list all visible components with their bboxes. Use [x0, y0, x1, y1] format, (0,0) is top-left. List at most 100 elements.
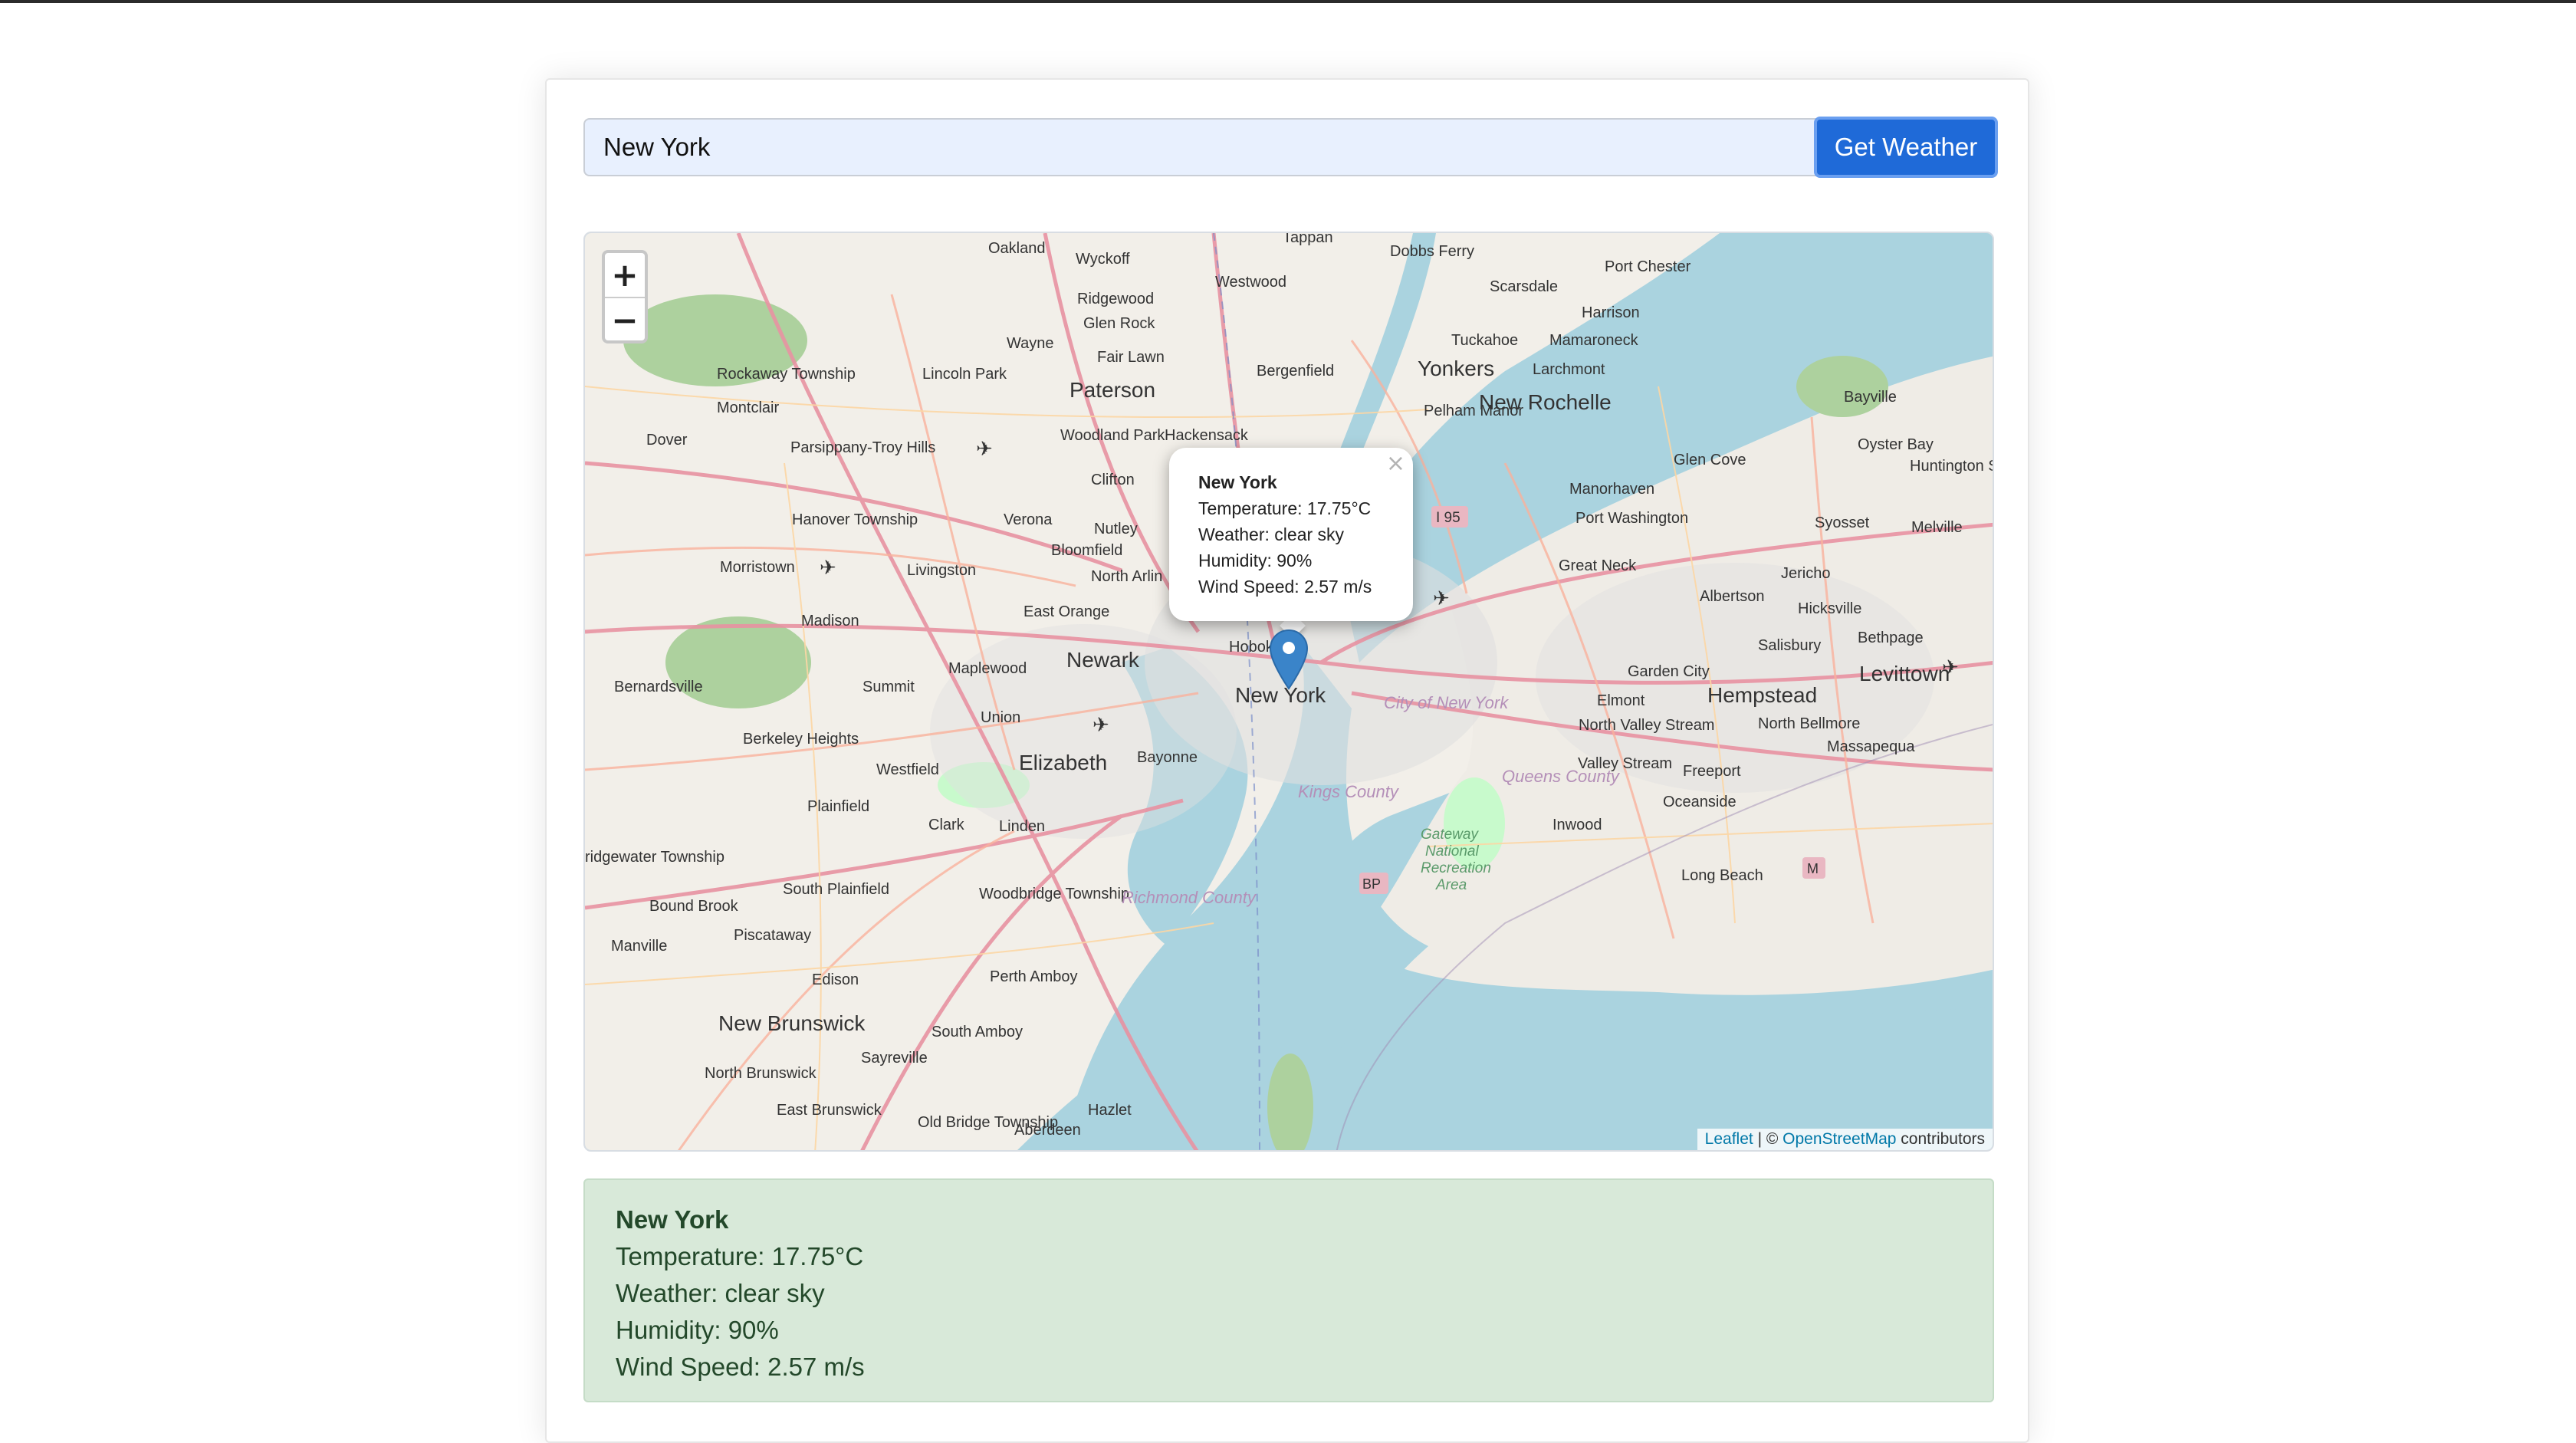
get-weather-button[interactable]: Get Weather [1814, 117, 1998, 178]
place-label: Kings County [1298, 782, 1400, 801]
location-pin-icon[interactable] [1269, 629, 1309, 690]
place-label: Recreation [1421, 860, 1491, 876]
route-label: BP [1362, 876, 1381, 892]
popup-city: New York [1198, 472, 1277, 492]
place-label: Newark [1066, 648, 1140, 672]
place-label: East Orange [1024, 603, 1109, 620]
place-label: Port Chester [1605, 258, 1691, 275]
result-city: New York [616, 1205, 729, 1234]
place-label: National [1425, 843, 1479, 860]
place-label: Livingston [907, 562, 976, 579]
place-label: Union [981, 709, 1020, 726]
place-label: Syosset [1815, 514, 1870, 531]
popup-wind: Wind Speed: 2.57 m/s [1198, 577, 1372, 597]
place-label: South Plainfield [783, 881, 889, 898]
place-label: Tuckahoe [1451, 332, 1518, 349]
place-label: Garden City [1628, 663, 1710, 680]
place-label: Bound Brook [649, 898, 739, 915]
place-label: Paterson [1070, 378, 1155, 402]
place-label: Verona [1004, 511, 1053, 528]
place-label: New Rochelle [1479, 390, 1612, 414]
place-label: Larchmont [1533, 361, 1605, 378]
place-label: Berkeley Heights [743, 731, 859, 748]
airport-icon: ✈ [976, 437, 993, 460]
place-label: Jericho [1781, 565, 1830, 582]
route-label: I 95 [1436, 510, 1460, 526]
place-label: Wayne [1007, 335, 1054, 352]
place-label: Area [1435, 877, 1467, 893]
place-label: Oceanside [1663, 794, 1737, 810]
city-search-input[interactable] [583, 118, 1825, 176]
place-label: Massapequa [1827, 738, 1915, 755]
place-label: Manorhaven [1569, 481, 1654, 498]
place-label: North Bellmore [1758, 715, 1860, 732]
place-label: Hanover Township [792, 511, 918, 528]
place-label: Lincoln Park [922, 366, 1007, 383]
airport-icon: ✈ [1092, 713, 1109, 736]
place-label: Montclair [717, 399, 779, 416]
place-label: Sayreville [861, 1050, 928, 1067]
place-label: Madison [801, 613, 859, 629]
route-label: M [1807, 861, 1819, 876]
place-label: South Amboy [932, 1024, 1023, 1040]
close-icon[interactable]: × [1386, 451, 1405, 477]
attribution-separator: | © [1753, 1130, 1783, 1148]
result-weather: Weather: clear sky [616, 1279, 825, 1307]
place-label: Ridgewood [1077, 291, 1154, 307]
place-label: Nutley [1094, 521, 1138, 537]
place-label: Plainfield [807, 798, 869, 815]
place-label: Huntington Station [1910, 458, 1994, 475]
weather-card: Get Weather [545, 78, 2029, 1443]
place-label: Elizabeth [1019, 751, 1107, 774]
popup-humidity: Humidity: 90% [1198, 551, 1313, 570]
popup-temperature: Temperature: 17.75°C [1198, 498, 1372, 518]
place-label: Freeport [1683, 763, 1741, 780]
place-label: Aberdeen [1014, 1122, 1081, 1139]
place-label: Salisbury [1758, 637, 1821, 654]
zoom-out-button[interactable]: − [605, 298, 645, 342]
attribution-suffix: contributors [1896, 1130, 1985, 1148]
place-label: Hazlet [1088, 1102, 1132, 1119]
place-label: Bayonne [1137, 749, 1198, 766]
place-label: Hicksville [1798, 600, 1861, 617]
place-label: Yonkers [1418, 357, 1494, 380]
zoom-in-button[interactable]: + [605, 253, 645, 298]
place-label: Bethpage [1858, 629, 1924, 646]
place-label: Elmont [1597, 692, 1645, 709]
place-label: Tappan [1283, 233, 1333, 246]
place-label: Glen Cove [1674, 452, 1746, 468]
place-label: Albertson [1700, 588, 1765, 605]
place-label: Bayville [1844, 389, 1897, 406]
place-label: Westfield [876, 761, 939, 778]
place-label: Parsippany-Troy Hills [790, 439, 935, 456]
result-wind: Wind Speed: 2.57 m/s [616, 1353, 865, 1381]
map-tiles: ✈ ✈ ✈ ✈ ✈ Oakland Wyckoff Tappan Dobbs F… [585, 233, 1994, 1150]
weather-result-panel: New York Temperature: 17.75°C Weather: c… [583, 1178, 1994, 1402]
place-label: Inwood [1552, 817, 1602, 833]
place-label: Linden [999, 818, 1045, 835]
place-label: Queens County [1502, 767, 1621, 786]
place-label: Manville [611, 938, 667, 955]
place-label: Hackensack [1165, 427, 1249, 444]
place-label: Clark [928, 817, 965, 833]
zoom-control: + − [602, 250, 648, 343]
openstreetmap-link[interactable]: OpenStreetMap [1783, 1130, 1896, 1148]
place-label: New Brunswick [718, 1011, 866, 1035]
place-label: Oakland [988, 240, 1046, 257]
place-label: Westwood [1215, 274, 1286, 291]
map-view[interactable]: ✈ ✈ ✈ ✈ ✈ Oakland Wyckoff Tappan Dobbs F… [583, 232, 1994, 1152]
place-label: Woodland Park [1060, 427, 1165, 444]
leaflet-link[interactable]: Leaflet [1705, 1130, 1753, 1148]
place-label: Scarsdale [1490, 278, 1558, 295]
place-label: Fair Lawn [1097, 349, 1165, 366]
place-label: Wyckoff [1076, 251, 1130, 268]
place-label: Levittown [1859, 662, 1950, 685]
place-label: Glen Rock [1083, 315, 1155, 332]
place-label: Dover [646, 432, 688, 449]
airport-icon: ✈ [820, 556, 836, 579]
place-label: Hempstead [1707, 683, 1817, 707]
place-label: Oyster Bay [1858, 436, 1934, 453]
place-label: Bergenfield [1257, 363, 1334, 380]
place-label: City of New York [1384, 693, 1509, 712]
place-label: Rockaway Township [717, 366, 856, 383]
